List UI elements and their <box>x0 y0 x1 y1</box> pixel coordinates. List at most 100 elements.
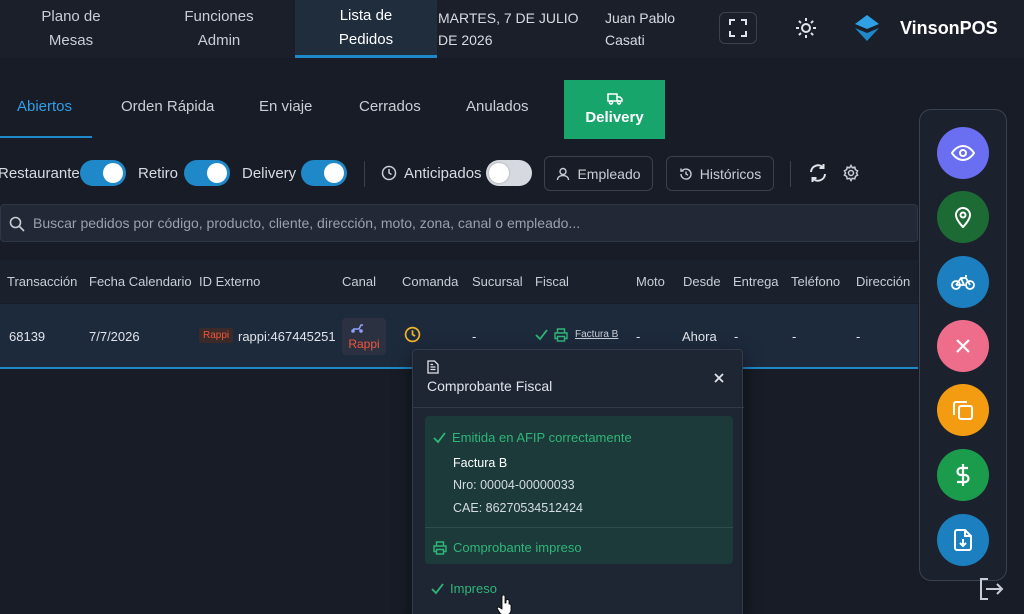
payment-button[interactable] <box>937 449 989 501</box>
impreso-line[interactable]: Impreso <box>431 581 497 596</box>
tab-orden-rapida[interactable]: Orden Rápida <box>121 98 214 115</box>
map-pin-icon <box>954 207 972 228</box>
printer-icon <box>554 328 568 342</box>
comprobante-fiscal-popover: Comprobante Fiscal Emitida en AFIP corre… <box>412 349 744 614</box>
afip-status-card: Emitida en AFIP correctamente Factura B … <box>425 416 733 564</box>
cancel-button[interactable] <box>937 320 989 372</box>
nav-plano-de-mesas[interactable]: Plano de Mesas <box>0 0 142 58</box>
comanda-clock-icon[interactable] <box>404 326 421 343</box>
cell-telefono: - <box>792 329 797 344</box>
col-comanda[interactable]: Comanda <box>402 274 458 289</box>
printer-icon <box>433 540 447 555</box>
truck-icon <box>606 93 623 105</box>
logout-icon[interactable] <box>978 578 1004 600</box>
filter-anticipados-label: Anticipados <box>404 165 482 182</box>
filter-delivery-label: Delivery <box>242 165 297 182</box>
top-navbar: Plano de Mesas Funciones Admin Lista de … <box>0 0 1024 58</box>
nav-funciones-admin[interactable]: Funciones Admin <box>148 0 290 58</box>
tab-en-viaje[interactable]: En viaje <box>259 98 312 115</box>
location-button[interactable] <box>937 191 989 243</box>
brand-name: VinsonPOS <box>900 18 998 38</box>
copy-button[interactable] <box>937 384 989 436</box>
fullscreen-button[interactable] <box>719 12 757 44</box>
col-sucursal[interactable]: Sucursal <box>472 274 523 289</box>
cell-moto: - <box>636 329 641 344</box>
nav-lista-de-pedidos[interactable]: Lista de Pedidos <box>295 0 437 58</box>
copy-icon <box>953 401 973 420</box>
cell-entrega: - <box>734 329 739 344</box>
rappi-badge: Rappi <box>199 328 234 343</box>
dollar-icon <box>956 464 970 486</box>
popover-title: Comprobante Fiscal <box>427 378 553 394</box>
tab-abiertos[interactable]: Abiertos <box>17 98 72 115</box>
brand-logo-icon <box>855 15 879 41</box>
invoice-cae: CAE: 86270534512424 <box>453 501 583 515</box>
cell-id-externo: rappi:467445251 <box>238 329 336 344</box>
sun-icon <box>796 18 816 38</box>
card-divider <box>425 527 733 528</box>
printed-status-line[interactable]: Comprobante impreso <box>433 540 582 555</box>
check-icon <box>433 431 446 443</box>
afip-status-line: Emitida en AFIP correctamente <box>433 430 632 445</box>
fullscreen-icon <box>729 19 747 37</box>
col-moto[interactable]: Moto <box>636 274 665 289</box>
invoice-type: Factura B <box>453 456 508 470</box>
delivery-toggle[interactable] <box>301 160 347 186</box>
col-entrega[interactable]: Entrega <box>733 274 779 289</box>
filter-divider-2 <box>790 161 791 187</box>
col-id-externo[interactable]: ID Externo <box>199 274 260 289</box>
afip-status-text: Emitida en AFIP correctamente <box>452 430 632 445</box>
tab-delivery[interactable]: Delivery <box>564 80 665 139</box>
cell-direccion: - <box>856 329 861 344</box>
tab-delivery-label: Delivery <box>585 109 644 126</box>
impreso-text: Impreso <box>450 581 497 596</box>
col-desde[interactable]: Desde <box>683 274 721 289</box>
cell-fecha: 7/7/2026 <box>89 329 140 344</box>
document-icon <box>427 360 439 374</box>
filter-retiro-label: Retiro <box>138 165 179 182</box>
col-fiscal[interactable]: Fiscal <box>535 274 569 289</box>
historicos-label: Históricos <box>699 165 762 182</box>
assign-bike-button[interactable] <box>937 256 989 308</box>
theme-toggle-button[interactable] <box>792 14 820 42</box>
user-name: Juan Pablo Casati <box>605 10 676 48</box>
download-button[interactable] <box>937 514 989 566</box>
current-date: MARTES, 7 DE JULIO DE 2026 <box>438 10 579 48</box>
empleado-filter-button[interactable]: Empleado <box>544 156 653 191</box>
view-button[interactable] <box>937 127 989 179</box>
close-icon[interactable] <box>711 370 727 386</box>
factura-link[interactable]: Factura B <box>575 329 618 340</box>
empleado-label: Empleado <box>577 165 641 182</box>
historicos-button[interactable]: Históricos <box>666 156 774 191</box>
hand-cursor-icon <box>497 595 512 614</box>
refresh-icon[interactable] <box>808 163 828 183</box>
cell-canal: Rappi <box>342 318 386 355</box>
col-fecha-calendario[interactable]: Fecha Calendario <box>89 274 192 289</box>
tab-anulados[interactable]: Anulados <box>466 98 529 115</box>
table-header: Transacción Fecha Calendario ID Externo … <box>0 260 918 303</box>
close-icon <box>956 339 970 353</box>
canal-label: Rappi <box>348 337 380 351</box>
search-bar <box>0 204 918 242</box>
tab-cerrados[interactable]: Cerrados <box>359 98 421 115</box>
col-canal[interactable]: Canal <box>342 274 376 289</box>
action-panel <box>919 109 1007 581</box>
popover-divider <box>413 407 744 408</box>
col-direccion[interactable]: Dirección <box>856 274 910 289</box>
search-input[interactable] <box>33 205 903 241</box>
invoice-number: Nro: 00004-00000033 <box>453 478 575 492</box>
anticipados-toggle[interactable] <box>486 160 532 186</box>
restaurante-toggle[interactable] <box>80 160 126 186</box>
filter-restaurante-label: Restaurante <box>0 165 80 182</box>
bicycle-icon <box>951 275 975 290</box>
clock-icon <box>381 165 397 181</box>
retiro-toggle[interactable] <box>184 160 230 186</box>
user-icon <box>557 167 570 180</box>
col-telefono[interactable]: Teléfono <box>791 274 840 289</box>
search-icon <box>9 216 25 232</box>
eye-icon <box>951 145 975 161</box>
check-icon <box>535 329 548 341</box>
col-transaccion[interactable]: Transacción <box>7 274 77 289</box>
history-icon <box>680 167 692 180</box>
gear-icon[interactable] <box>842 164 860 182</box>
